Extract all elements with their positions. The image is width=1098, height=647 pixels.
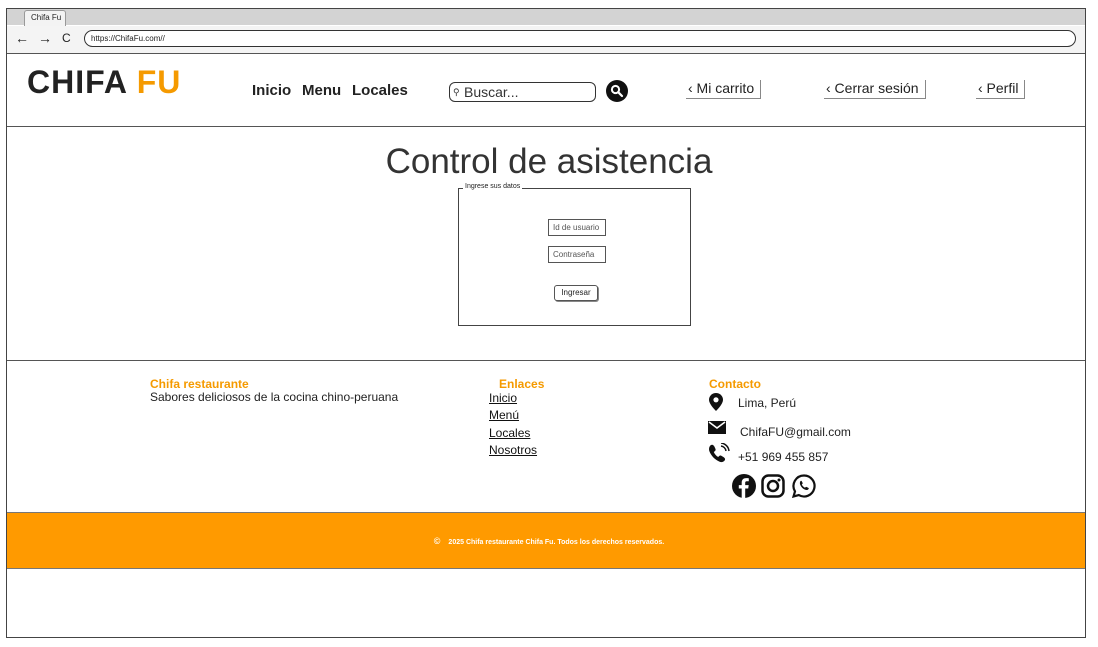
nav-menu[interactable]: Menu — [302, 82, 341, 99]
phone-icon — [709, 443, 730, 463]
footer-contact-title: Contacto — [709, 377, 761, 391]
footer-link-menu[interactable]: Menú — [489, 408, 519, 422]
footer-link-inicio[interactable]: Inicio — [489, 391, 517, 405]
forward-arrow-icon[interactable]: → — [38, 30, 52, 46]
instagram-icon[interactable] — [761, 474, 785, 498]
nav-inicio[interactable]: Inicio — [252, 82, 291, 99]
nav-locales[interactable]: Locales — [352, 82, 408, 99]
footer-divider — [7, 360, 1085, 361]
logo-text: CHIFA — [27, 64, 137, 100]
cart-button[interactable]: ‹ Mi carrito — [686, 80, 762, 99]
footer-brand-text: Sabores deliciosos de la cocina chino-pe… — [150, 390, 399, 404]
whatsapp-icon[interactable] — [792, 474, 816, 498]
submit-button[interactable]: Ingresar — [554, 285, 598, 301]
footer-link-locales[interactable]: Locales — [489, 426, 530, 440]
footer-link-nosotros[interactable]: Nosotros — [489, 443, 537, 457]
password-field[interactable]: Contraseña — [548, 246, 606, 263]
search-placeholder: Buscar... — [464, 84, 519, 100]
tab-strip — [7, 9, 1085, 25]
contact-location: Lima, Perú — [738, 396, 797, 410]
contact-phone: +51 969 455 857 — [738, 450, 829, 464]
logout-button[interactable]: ‹ Cerrar sesión — [824, 80, 926, 99]
reload-icon[interactable]: C — [62, 30, 71, 46]
envelope-icon — [708, 421, 726, 434]
facebook-icon[interactable] — [732, 474, 756, 498]
user-id-field[interactable]: Id de usuario — [548, 219, 606, 236]
site-logo[interactable]: CHIFA FU — [27, 64, 181, 101]
magnifier-icon — [610, 84, 624, 98]
back-arrow-icon[interactable]: ← — [15, 30, 29, 46]
page-title: Control de asistencia — [385, 142, 713, 181]
profile-button[interactable]: ‹ Perfil — [976, 80, 1026, 99]
copyright-icon: © — [433, 536, 441, 546]
logo-accent: FU — [136, 64, 182, 100]
browser-tab[interactable]: Chifa Fu — [24, 10, 66, 26]
search-icon: ⚲ — [453, 87, 460, 97]
contact-email[interactable]: ChifaFU@gmail.com — [740, 425, 851, 439]
footer-brand-title: Chifa restaurante — [150, 377, 249, 391]
location-pin-icon — [709, 393, 723, 411]
copyright-text: © 2025 Chifa restaurante Chifa Fu. Todos … — [0, 536, 1098, 546]
search-button[interactable] — [606, 80, 628, 102]
footer-links-title: Enlaces — [499, 377, 545, 391]
copyright-label: 2025 Chifa restaurante Chifa Fu. Todos l… — [448, 539, 665, 546]
fieldset-legend: Ingrese sus datos — [463, 183, 523, 190]
search-input[interactable]: ⚲ Buscar... — [449, 82, 596, 102]
url-field[interactable]: https://ChifaFu.com// — [84, 30, 1076, 47]
